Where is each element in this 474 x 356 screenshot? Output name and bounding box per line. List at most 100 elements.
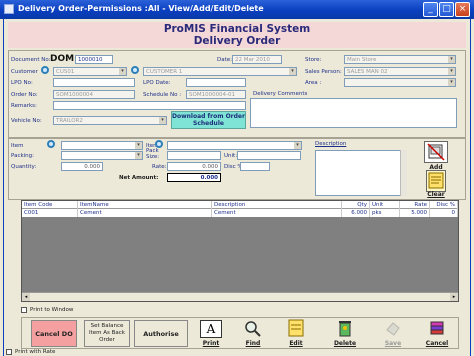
cancel-do-button[interactable]: Cancel DO xyxy=(31,320,77,347)
item-code-select[interactable]: ▾ xyxy=(61,141,143,150)
order-no-label: Order No: xyxy=(11,92,38,98)
item-name-search-icon[interactable] xyxy=(155,140,163,148)
remarks-field[interactable] xyxy=(53,101,246,110)
area-label: Area : xyxy=(305,80,322,86)
items-grid[interactable]: Item Code ItemName Description Qty Unit … xyxy=(21,200,459,302)
pack-size-field[interactable] xyxy=(167,151,221,160)
document-no-field[interactable]: 1000010 xyxy=(75,55,113,64)
maximize-button[interactable]: □ xyxy=(439,2,454,17)
print-to-window-checkbox[interactable] xyxy=(21,307,27,313)
download-from-order-schedule-button[interactable]: Download from Order Schedule xyxy=(171,111,246,129)
description-scrollbar[interactable] xyxy=(400,150,407,196)
chevron-down-icon[interactable]: ▾ xyxy=(294,142,301,149)
delivery-comments-field[interactable] xyxy=(250,98,457,128)
save-button[interactable]: Save xyxy=(380,340,406,347)
quantity-label: Quantity: xyxy=(11,164,37,170)
chevron-down-icon[interactable]: ▾ xyxy=(135,152,142,159)
window-title: Delivery Order-Permissions :All - View/A… xyxy=(18,4,264,13)
table-row[interactable]: C001 Cement Cement 6.000 pks 5.000 0 xyxy=(22,209,458,217)
disc-field[interactable] xyxy=(240,162,270,171)
date-field[interactable]: 22 Mar 2010 xyxy=(232,55,282,64)
sales-person-label: Sales Person: xyxy=(305,69,342,75)
cell-item-name: Cement xyxy=(78,209,212,217)
chevron-down-icon[interactable]: ▾ xyxy=(448,56,455,63)
area-select[interactable]: ▾ xyxy=(344,78,456,87)
chevron-down-icon[interactable]: ▾ xyxy=(119,68,126,75)
form-title: Delivery Order xyxy=(193,35,281,47)
unit-field[interactable] xyxy=(237,151,301,160)
schedule-no-label: Schedule No : xyxy=(143,92,182,98)
delete-button[interactable]: Delete xyxy=(330,340,360,347)
chevron-down-icon[interactable]: ▾ xyxy=(448,68,455,75)
add-icon[interactable] xyxy=(424,141,448,163)
minimize-button[interactable]: _ xyxy=(423,2,438,17)
scroll-right-icon[interactable]: ▸ xyxy=(450,293,458,301)
cell-disc: 0 xyxy=(430,209,458,217)
description-field[interactable] xyxy=(315,150,407,196)
find-button[interactable]: Find xyxy=(240,340,266,347)
clear-icon[interactable] xyxy=(426,170,446,192)
rate-field[interactable]: 0.000 xyxy=(167,162,221,171)
delivery-comments-label: Delivery Comments xyxy=(253,91,308,97)
customer-name-value: CUSTOMER 1 xyxy=(146,69,183,75)
column-header[interactable]: Rate xyxy=(400,201,430,209)
net-amount-label: Net Amount: xyxy=(119,175,159,181)
print-icon[interactable]: A xyxy=(200,320,222,338)
print-button[interactable]: Print xyxy=(196,340,226,347)
store-select[interactable]: Main Store ▾ xyxy=(344,55,456,64)
column-header[interactable]: Description xyxy=(212,201,342,209)
find-icon[interactable] xyxy=(243,320,263,338)
chevron-down-icon[interactable]: ▾ xyxy=(289,68,296,75)
cell-rate: 5.000 xyxy=(400,209,430,217)
unit-label: Unit: xyxy=(224,153,238,159)
cell-item-code: C001 xyxy=(22,209,78,217)
authorise-rate-button[interactable]: Authorise Rate xyxy=(134,320,188,347)
window-title-bar[interactable]: Delivery Order-Permissions :All - View/A… xyxy=(0,0,474,19)
lpo-no-field[interactable] xyxy=(53,78,135,87)
column-header[interactable]: ItemName xyxy=(78,201,212,209)
set-balance-back-order-button[interactable]: Set Balance Item As Back Order xyxy=(84,320,130,347)
store-value: Main Store xyxy=(347,57,377,63)
print-with-rate-checkbox[interactable] xyxy=(6,349,12,355)
pack-size-label: Pack Size: xyxy=(146,148,160,160)
cell-qty: 6.000 xyxy=(342,209,370,217)
app-icon xyxy=(4,4,14,14)
schedule-no-field[interactable]: SOM1000004-01 xyxy=(186,90,246,99)
cancel-icon[interactable] xyxy=(428,318,446,338)
horizontal-scrollbar[interactable]: ◂ ▸ xyxy=(22,292,458,301)
item-search-icon[interactable] xyxy=(47,140,55,148)
net-amount-field: 0.000 xyxy=(167,173,221,182)
customer-code-select[interactable]: CUS01 ▾ xyxy=(53,67,127,76)
close-button[interactable]: × xyxy=(455,2,470,17)
store-label: Store: xyxy=(305,57,322,63)
packing-select[interactable]: ▾ xyxy=(61,151,143,160)
chevron-down-icon[interactable]: ▾ xyxy=(159,117,166,124)
lpo-date-field[interactable] xyxy=(186,78,246,87)
order-no-field[interactable]: SOM1000004 xyxy=(53,90,135,99)
cell-unit: pks xyxy=(370,209,400,217)
chevron-down-icon[interactable]: ▾ xyxy=(448,79,455,86)
sales-person-select[interactable]: SALES MAN 02 ▾ xyxy=(344,67,456,76)
column-header[interactable]: Item Code xyxy=(22,201,78,209)
vehicle-no-select[interactable]: TRAILOR2 ▾ xyxy=(53,116,167,125)
customer-name-select[interactable]: CUSTOMER 1 ▾ xyxy=(143,67,297,76)
edit-icon[interactable] xyxy=(287,318,305,338)
column-header[interactable]: Disc % xyxy=(430,201,458,209)
item-label: Item xyxy=(11,143,24,149)
edit-button[interactable]: Edit xyxy=(283,340,309,347)
date-label: Date: xyxy=(217,57,232,63)
scroll-left-icon[interactable]: ◂ xyxy=(22,293,30,301)
system-title: ProMIS Financial System xyxy=(163,23,311,35)
column-header[interactable]: Qty xyxy=(342,201,370,209)
cancel-button[interactable]: Cancel xyxy=(422,340,452,347)
clear-button[interactable]: Clear xyxy=(421,191,451,198)
delete-icon[interactable] xyxy=(337,318,353,338)
customer-name-search-icon[interactable] xyxy=(131,66,139,74)
customer-search-icon[interactable] xyxy=(41,66,49,74)
chevron-down-icon[interactable]: ▾ xyxy=(135,142,142,149)
quantity-field[interactable]: 0.000 xyxy=(61,162,103,171)
save-icon[interactable] xyxy=(384,318,402,338)
vehicle-no-value: TRAILOR2 xyxy=(56,118,83,124)
column-header[interactable]: Unit xyxy=(370,201,400,209)
item-name-select[interactable]: ▾ xyxy=(167,141,302,150)
